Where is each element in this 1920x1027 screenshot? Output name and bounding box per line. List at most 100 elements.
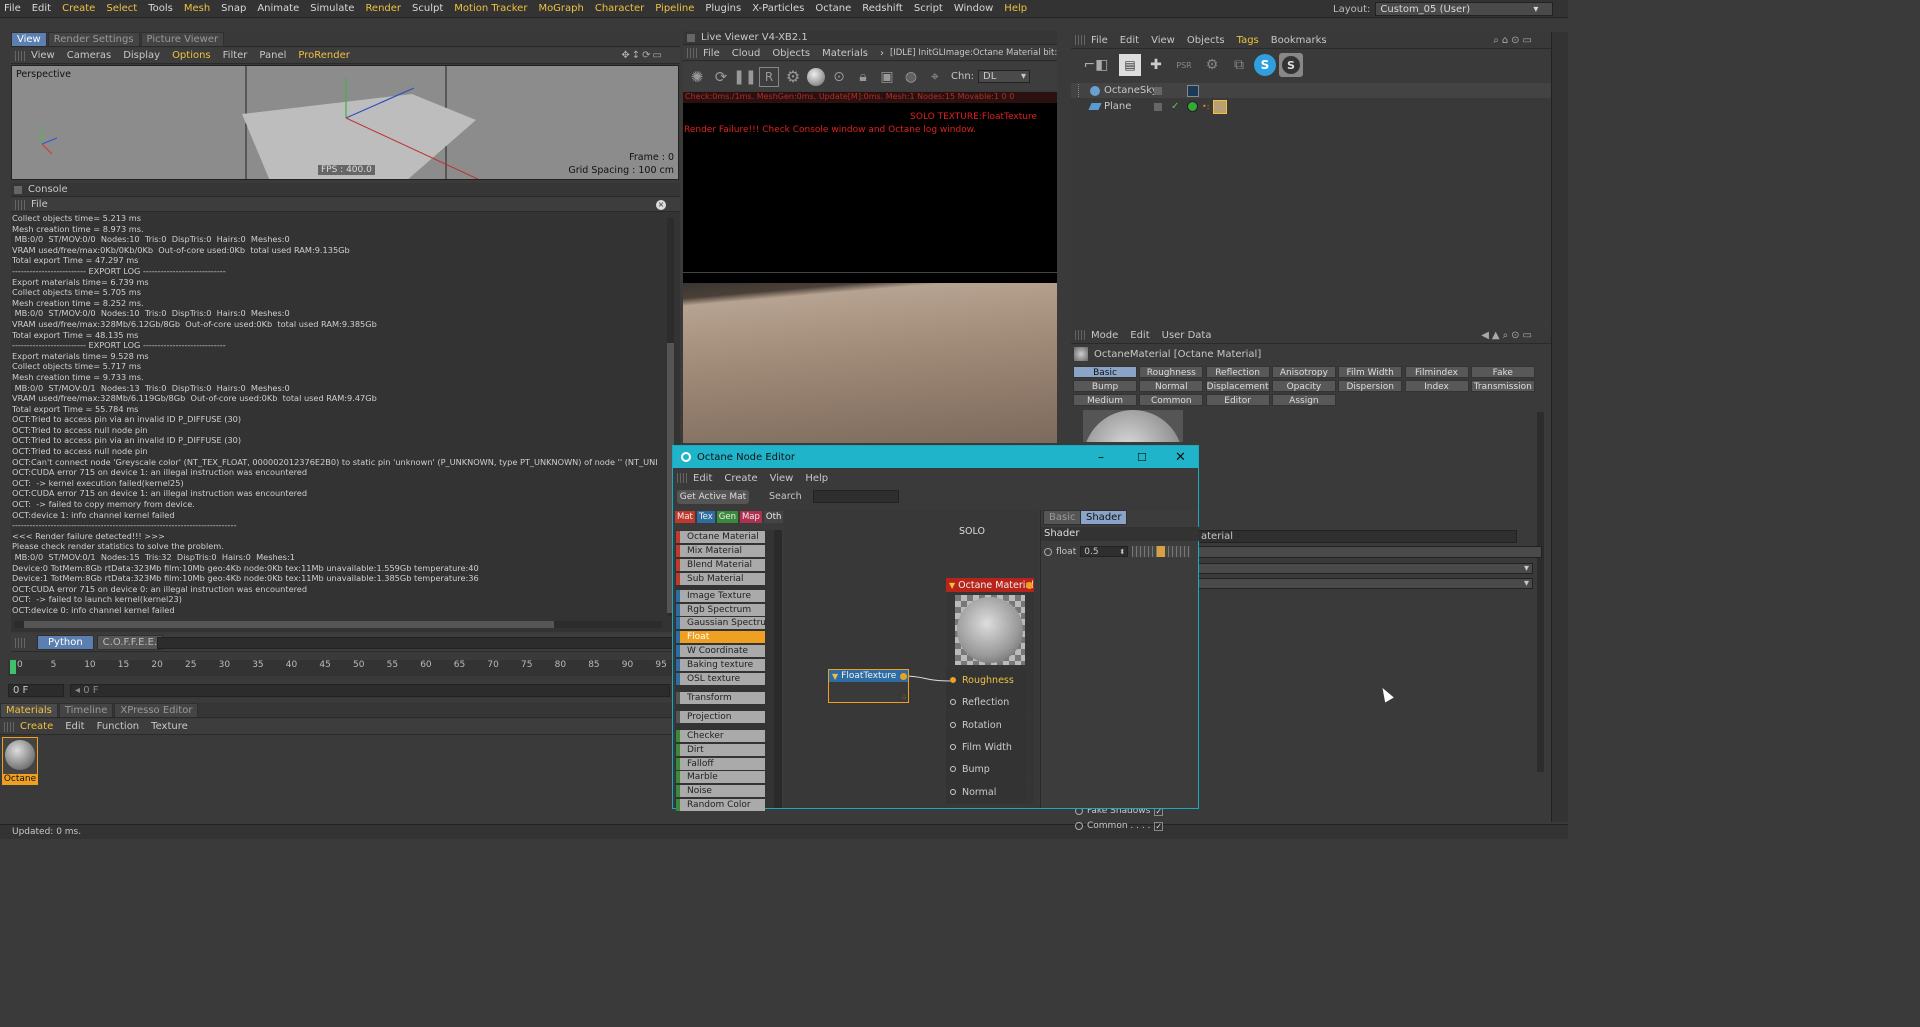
vp-menu-cameras[interactable]: Cameras (67, 50, 111, 61)
attr-field-1[interactable]: aterial (1197, 530, 1517, 543)
category-tab-map[interactable]: Map (739, 511, 762, 523)
lv-menu-objects[interactable]: Objects (772, 48, 810, 59)
node-list-item[interactable]: Mix Material (676, 544, 765, 557)
menu-motion-tracker[interactable]: Motion Tracker (454, 3, 527, 14)
output-pin-icon[interactable] (900, 672, 907, 680)
material-ball-icon[interactable] (807, 67, 825, 86)
menu-tools[interactable]: Tools (148, 3, 173, 14)
menu-redshift[interactable]: Redshift (862, 3, 903, 14)
vp-menu-filter[interactable]: Filter (223, 50, 248, 61)
vp-menu-panel[interactable]: Panel (259, 50, 286, 61)
viewport-nav-icons[interactable]: ✥↕⟳▭ (621, 50, 664, 61)
get-active-mat-button[interactable]: Get Active Mat (677, 490, 749, 504)
common-row[interactable]: Common . . . . ✓ (1075, 821, 1164, 831)
collapse-icon[interactable]: ▼ (832, 672, 838, 681)
node-editor-titlebar[interactable]: Octane Node Editor – ☐ ✕ (673, 446, 1198, 468)
tab-picture-viewer[interactable]: Picture Viewer (140, 32, 225, 46)
float-value-field[interactable]: 0.5 ⬍ (1080, 546, 1129, 557)
node-list-item[interactable]: Dirt (676, 743, 765, 756)
lock-icon[interactable]: 🔒︎ (853, 67, 873, 87)
lv-menu-materials[interactable]: Materials (822, 48, 868, 59)
attr-tab-opacity[interactable]: Opacity (1271, 380, 1336, 392)
category-tab-oth[interactable]: Oth (763, 511, 784, 523)
category-tab-gen[interactable]: Gen (716, 511, 738, 523)
attr-select-1[interactable]: ▾ (1197, 563, 1533, 574)
attr-menu-mode[interactable]: Mode (1091, 330, 1118, 341)
tab-timeline[interactable]: Timeline (58, 703, 114, 717)
menu-snap[interactable]: Snap (221, 3, 246, 14)
menu-file[interactable]: File (4, 3, 21, 14)
minimize-icon[interactable]: – (1098, 450, 1104, 464)
playhead[interactable] (10, 660, 16, 674)
node-list-item[interactable]: Noise (676, 785, 765, 798)
obj-menu-objects[interactable]: Objects (1187, 35, 1225, 46)
octane-obj-icon[interactable]: ⧉ (1227, 53, 1251, 77)
attr-tab-index[interactable]: Index (1404, 380, 1469, 392)
node-list-item[interactable]: Rgb Spectrum (676, 603, 765, 616)
visibility-toggle[interactable] (1154, 102, 1162, 111)
node-list-item[interactable]: Transform (676, 691, 765, 704)
menu-plugins[interactable]: Plugins (705, 3, 741, 14)
clay-mode-icon[interactable]: ◍ (901, 67, 921, 87)
node-list-item[interactable]: Marble (676, 771, 765, 784)
viewport-canvas[interactable]: Perspective FPS : 400.0 Frame : 0 Grid S… (11, 65, 679, 180)
chn-select[interactable]: DL ▾ (978, 70, 1031, 83)
tab-basic[interactable]: Basic (1043, 510, 1082, 525)
console-checkbox[interactable] (14, 185, 22, 194)
node-list-item[interactable]: Float (676, 631, 765, 644)
pause-render-icon[interactable]: ❚❚ (733, 67, 756, 87)
vp-menu-options[interactable]: Options (172, 50, 211, 61)
attr-tab-displacement[interactable]: Displacement (1205, 380, 1270, 392)
timeline-ruler[interactable]: 0 5 10 15 20 25 30 35 40 45 50 55 60 65 70 75 80 85 90 95 (8, 660, 678, 676)
pin-reflection[interactable]: Reflection (946, 691, 1026, 713)
menu-help[interactable]: Help (1004, 3, 1027, 14)
tab-shader[interactable]: Shader (1080, 510, 1128, 525)
attr-tab-editor[interactable]: Editor (1205, 394, 1270, 406)
resize-handle-icon[interactable]: ⁘ (901, 694, 907, 702)
attr-tab-medium[interactable]: Medium (1073, 394, 1137, 406)
lv-menu-cloud[interactable]: Cloud (732, 48, 761, 59)
ne-menu-edit[interactable]: Edit (693, 473, 712, 484)
octane-light-icon[interactable]: ✚ (1144, 53, 1168, 77)
pin-bump[interactable]: Bump (946, 758, 1026, 780)
settings-gear-icon[interactable]: ⚙ (783, 67, 803, 87)
mat-menu-texture[interactable]: Texture (151, 721, 188, 732)
menu-simulate[interactable]: Simulate (310, 3, 354, 14)
menu-mograph[interactable]: MoGraph (538, 3, 583, 14)
frame-icon[interactable]: ▣ (877, 67, 897, 87)
attr-nav-icons[interactable]: ◀▲⌕⊙▭ (1481, 330, 1535, 341)
attr-tab-film-width[interactable]: Film Width (1338, 366, 1403, 378)
material-tag-icon[interactable] (1213, 99, 1227, 114)
attr-scrollbar[interactable] (1537, 412, 1544, 772)
menu-octane[interactable]: Octane (815, 3, 851, 14)
console-hscroll[interactable] (14, 621, 662, 628)
node-list-item[interactable]: Blend Material (676, 558, 765, 571)
console-menu-file[interactable]: File (31, 199, 48, 210)
category-tab-tex[interactable]: Tex (696, 511, 715, 523)
slider-knob[interactable] (1157, 546, 1166, 557)
environment-tag-icon[interactable] (1187, 84, 1199, 97)
layout-select[interactable]: Custom_05 (User) ▾ (1375, 2, 1554, 16)
object-row-octanesky[interactable]: OctaneSky (1071, 83, 1551, 98)
menu-animate[interactable]: Animate (257, 3, 299, 14)
redshift-s2-icon[interactable]: S (1279, 53, 1303, 77)
tab-xpresso[interactable]: XPresso Editor (114, 703, 199, 717)
obj-menu-edit[interactable]: Edit (1120, 35, 1139, 46)
chevron-right-icon[interactable]: › (880, 48, 884, 59)
menu-edit[interactable]: Edit (32, 3, 51, 14)
radio-icon[interactable] (1044, 547, 1052, 556)
attr-tab-anisotropy[interactable]: Anisotropy (1271, 366, 1336, 378)
vp-menu-view[interactable]: View (31, 50, 55, 61)
node-list-item[interactable]: OSL texture (676, 673, 765, 685)
attr-tab-common[interactable]: Common (1139, 394, 1204, 406)
close-icon[interactable]: ✕ (1175, 450, 1186, 465)
octane-camera-icon[interactable]: ⌐◧ (1076, 53, 1116, 77)
attr-field-bar[interactable] (1197, 546, 1542, 558)
node-header[interactable]: ▼ Octane Material (946, 578, 1034, 592)
octane-geo-icon[interactable]: ⚙ (1200, 53, 1224, 77)
menu-select[interactable]: Select (106, 3, 137, 14)
attr-menu-edit[interactable]: Edit (1130, 330, 1149, 341)
redshift-s-icon[interactable]: S (1254, 54, 1276, 76)
tab-coffee[interactable]: C.O.F.F.E.E. (96, 635, 164, 650)
menu-x-particles[interactable]: X-Particles (752, 3, 804, 14)
